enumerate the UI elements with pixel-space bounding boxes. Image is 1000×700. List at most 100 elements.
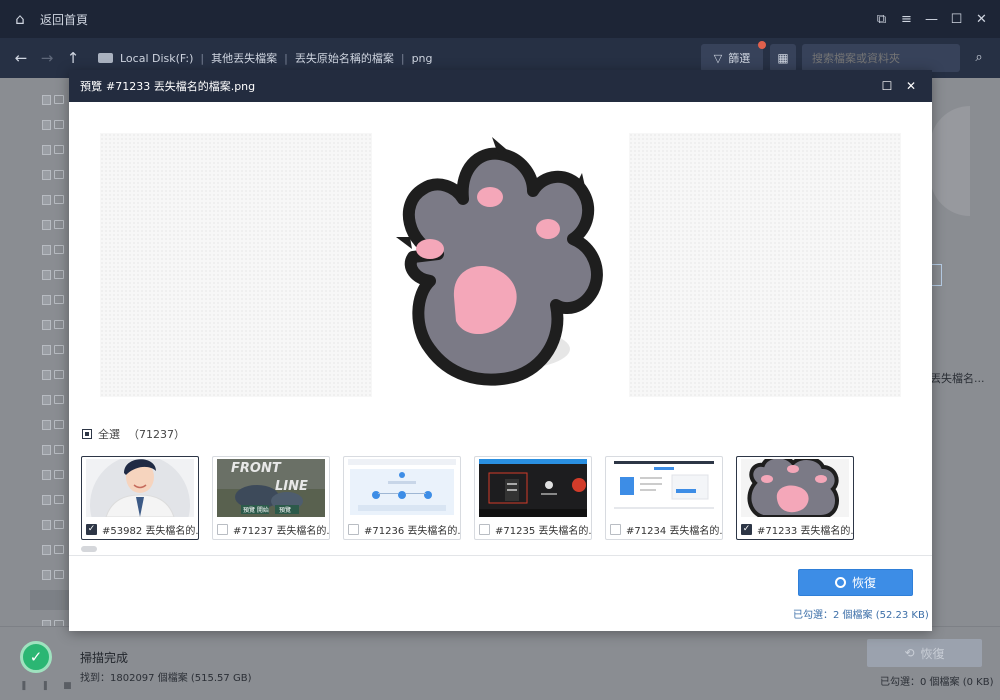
tree-checkbox[interactable] bbox=[42, 95, 52, 105]
maximize-icon[interactable]: ☐ bbox=[875, 70, 899, 102]
tree-checkbox[interactable] bbox=[42, 220, 52, 230]
thumbnail-image bbox=[741, 459, 849, 517]
tree-row[interactable] bbox=[42, 345, 64, 357]
thumbnail-checkbox[interactable]: ✓ bbox=[741, 523, 752, 535]
thumbnail-checkbox[interactable] bbox=[610, 523, 621, 535]
thumbnail-item[interactable]: ✓ #71233 丟失檔名的... bbox=[736, 456, 854, 540]
tree-row[interactable] bbox=[42, 445, 64, 457]
tree-row[interactable] bbox=[42, 195, 64, 207]
filter-label: 篩選 bbox=[728, 52, 751, 65]
back-arrow-icon[interactable]: ← bbox=[8, 49, 34, 67]
tree-row[interactable] bbox=[42, 220, 64, 232]
select-all-checkbox[interactable] bbox=[82, 429, 92, 439]
tree-row[interactable] bbox=[42, 295, 64, 307]
home-icon[interactable]: ⌂ bbox=[0, 10, 40, 28]
thumb-front-text: FRONT bbox=[231, 461, 282, 476]
tree-checkbox[interactable] bbox=[42, 395, 52, 405]
grid-view-icon[interactable]: ▦ bbox=[770, 44, 796, 72]
tree-row[interactable] bbox=[42, 370, 64, 382]
breadcrumb: Local Disk(F:) | 其他丟失檔案 | 丟失原始名稱的檔案 | pn… bbox=[98, 50, 433, 66]
recover-icon: ⟲ bbox=[904, 646, 915, 660]
breadcrumb-item[interactable]: png bbox=[412, 52, 433, 65]
tree-row[interactable] bbox=[42, 570, 64, 582]
tree-checkbox[interactable] bbox=[42, 495, 52, 505]
thumbnail-label: #71237 丟失檔名的... bbox=[233, 525, 329, 537]
breadcrumb-item[interactable]: 丟失原始名稱的檔案 bbox=[295, 50, 394, 66]
menu-icon[interactable]: ≡ bbox=[894, 12, 919, 27]
folder-icon bbox=[54, 245, 64, 254]
recover-button-disabled[interactable]: ⟲ 恢復 bbox=[867, 639, 982, 667]
status-bar: ✓ ❚❚■ 掃描完成 找到：1802097 個檔案 (515.57 GB) ⟲ … bbox=[0, 626, 1000, 700]
recover-button[interactable]: 恢復 bbox=[798, 569, 913, 596]
thumbnail-item[interactable]: #71236 丟失檔名的... bbox=[343, 456, 461, 540]
search-input[interactable] bbox=[802, 44, 960, 72]
tree-checkbox[interactable] bbox=[42, 120, 52, 130]
tree-row[interactable] bbox=[42, 495, 64, 507]
preview-panel-background bbox=[930, 106, 970, 216]
thumbnail-item[interactable]: ✓ #53982 丟失檔名的... bbox=[81, 456, 199, 540]
thumbnail-image bbox=[348, 459, 456, 517]
tree-row[interactable] bbox=[42, 170, 64, 182]
scan-status-title: 掃描完成 bbox=[80, 651, 129, 665]
thumbnail-item[interactable]: #71234 丟失檔名的... bbox=[605, 456, 723, 540]
tree-row[interactable] bbox=[42, 120, 64, 132]
tree-checkbox[interactable] bbox=[42, 345, 52, 355]
tree-row[interactable] bbox=[42, 95, 64, 107]
search-icon[interactable]: ⌕ bbox=[966, 44, 992, 72]
filter-icon: ▽ bbox=[713, 51, 723, 65]
filter-button[interactable]: ▽ 篩選 bbox=[701, 41, 766, 72]
thumbnail-checkbox[interactable] bbox=[348, 523, 359, 535]
tree-row[interactable] bbox=[42, 520, 64, 532]
paw-image bbox=[396, 137, 603, 386]
tree-row[interactable] bbox=[42, 245, 64, 257]
breadcrumb-separator-icon: | bbox=[400, 51, 405, 65]
tree-checkbox[interactable] bbox=[42, 520, 52, 530]
maximize-icon[interactable]: ☐ bbox=[944, 12, 969, 27]
tree-checkbox[interactable] bbox=[42, 570, 52, 580]
thumbnail-item[interactable]: FRONT LINE 預覽 開始 預覽 #71237 丟失檔名的... bbox=[212, 456, 330, 540]
tree-checkbox[interactable] bbox=[42, 545, 52, 555]
tree-checkbox[interactable] bbox=[42, 245, 52, 255]
thumbnail-scrollbar[interactable] bbox=[81, 546, 97, 552]
thumbnail-image bbox=[479, 459, 587, 517]
tree-row[interactable] bbox=[42, 320, 64, 332]
thumbnail-checkbox[interactable]: ✓ bbox=[86, 523, 97, 535]
tree-checkbox[interactable] bbox=[42, 170, 52, 180]
breadcrumb-drive[interactable]: Local Disk(F:) bbox=[120, 52, 193, 65]
tree-checkbox[interactable] bbox=[42, 145, 52, 155]
tree-checkbox[interactable] bbox=[42, 370, 52, 380]
minimize-icon[interactable]: — bbox=[919, 12, 944, 27]
window-controls: ⧉ ≡ — ☐ ✕ bbox=[869, 0, 994, 38]
paw-toe-pad bbox=[416, 239, 444, 259]
tree-checkbox[interactable] bbox=[42, 320, 52, 330]
tree-row[interactable] bbox=[42, 545, 64, 557]
feedback-icon[interactable]: ⧉ bbox=[869, 12, 894, 27]
thumbnail-checkbox[interactable] bbox=[479, 523, 490, 535]
forward-arrow-icon[interactable]: → bbox=[34, 49, 60, 67]
tree-checkbox[interactable] bbox=[42, 420, 52, 430]
breadcrumb-separator-icon: | bbox=[200, 51, 205, 65]
select-all[interactable]: 全選 （71237） bbox=[82, 426, 185, 442]
pause-stop-icons[interactable]: ❚❚■ bbox=[20, 681, 86, 691]
up-arrow-icon[interactable]: ↑ bbox=[60, 49, 86, 67]
tree-row[interactable] bbox=[42, 145, 64, 157]
close-icon[interactable]: ✕ bbox=[969, 12, 994, 27]
thumbnail-strip: ✓ #53982 丟失檔名的... FRONT LINE 預覽 開始 預覽 #7… bbox=[81, 456, 861, 542]
back-home-link[interactable]: 返回首頁 bbox=[40, 11, 88, 28]
tree-checkbox[interactable] bbox=[42, 295, 52, 305]
folder-icon bbox=[54, 345, 64, 354]
tree-checkbox[interactable] bbox=[42, 445, 52, 455]
tree-checkbox[interactable] bbox=[42, 470, 52, 480]
thumbnail-item[interactable]: #71235 丟失檔名的... bbox=[474, 456, 592, 540]
thumbnail-caption: #71236 丟失檔名的... bbox=[348, 521, 460, 537]
close-icon[interactable]: ✕ bbox=[899, 70, 923, 102]
breadcrumb-item[interactable]: 其他丟失檔案 bbox=[211, 50, 277, 66]
dialog-header: 預覽 #71233 丟失檔名的檔案.png ☐ ✕ bbox=[69, 70, 932, 102]
thumbnail-checkbox[interactable] bbox=[217, 523, 228, 535]
tree-checkbox[interactable] bbox=[42, 195, 52, 205]
tree-row[interactable] bbox=[42, 470, 64, 482]
tree-row[interactable] bbox=[42, 420, 64, 432]
tree-row[interactable] bbox=[42, 270, 64, 282]
tree-row[interactable] bbox=[42, 395, 64, 407]
tree-checkbox[interactable] bbox=[42, 270, 52, 280]
